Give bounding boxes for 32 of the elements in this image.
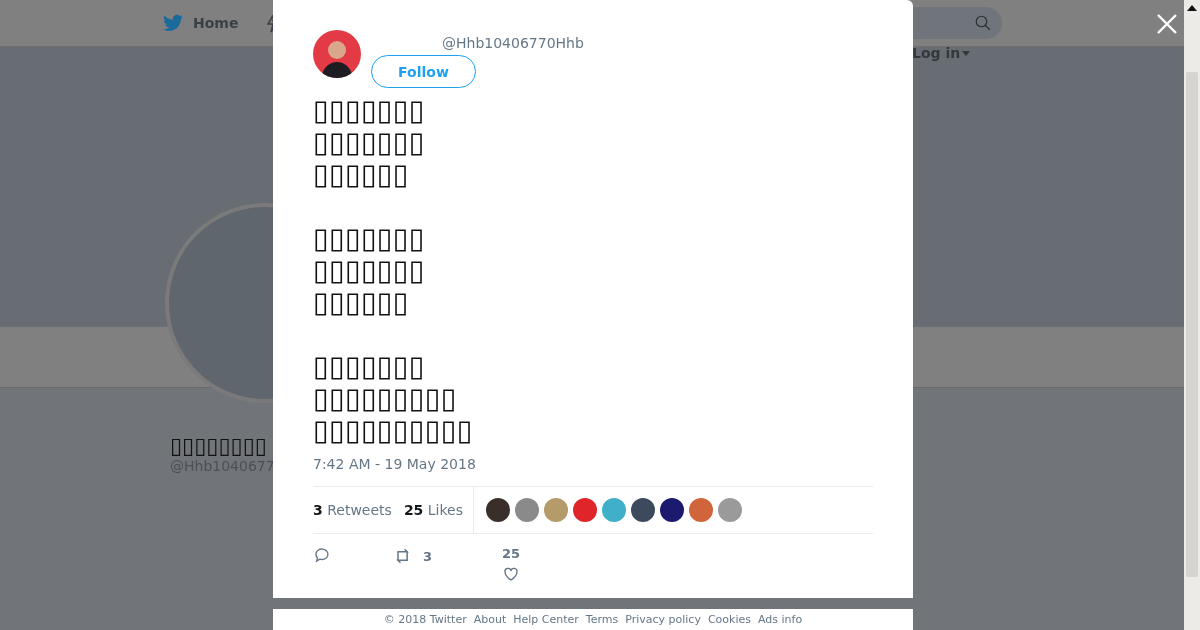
stat-count[interactable]: 25 Likes <box>403 502 464 518</box>
tweet-text: ▯▯▯▯▯▯ <box>313 286 410 318</box>
scrollbar-thumb[interactable] <box>1186 72 1198 577</box>
scrollbar[interactable] <box>1184 0 1200 630</box>
liker-avatar[interactable] <box>486 498 511 522</box>
follow-button[interactable]: Follow <box>371 55 476 88</box>
liker-avatar[interactable] <box>631 498 656 522</box>
retweet-count: 3 <box>423 548 433 564</box>
user-handle[interactable]: @Hhb10406770Hhb <box>371 35 584 51</box>
tweet-text: ▯▯▯▯▯▯ <box>313 158 410 190</box>
user-avatar[interactable] <box>313 30 361 78</box>
heart-icon[interactable] <box>502 565 521 583</box>
close-icon[interactable] <box>1156 13 1178 35</box>
tweet-text: ▯▯▯▯▯▯▯ <box>313 350 426 382</box>
tweet-text: ▯▯▯▯▯▯▯ <box>313 126 426 158</box>
liker-avatar[interactable] <box>660 498 685 522</box>
caret-icon <box>962 50 971 56</box>
reply-icon[interactable] <box>313 546 331 564</box>
search-icon <box>974 14 992 32</box>
scroll-up-icon[interactable] <box>1187 5 1197 11</box>
tweet-text: ▯▯▯▯▯▯▯ <box>313 254 426 286</box>
stat-count[interactable]: 3 Retweets <box>313 502 392 518</box>
footer-links: © 2018 Twitter About Help Center Terms Privacy policy Cookies Ads info <box>383 613 803 626</box>
tweet-text: ▯▯▯▯▯▯▯ <box>313 94 426 126</box>
like-count: 25 <box>502 546 521 561</box>
bird-icon <box>163 14 183 32</box>
tweet-text: ▯▯▯▯▯▯▯ <box>313 222 426 254</box>
home-link[interactable]: Home <box>193 15 239 31</box>
tweet-text: ▯▯▯▯▯▯▯▯▯ <box>313 382 458 414</box>
tweet-time: 7:42 AM - 19 May 2018 <box>313 456 477 472</box>
profile-name: ▯▯▯▯▯▯▯▯ <box>170 434 267 458</box>
tweet-text: ▯▯▯▯▯▯▯▯▯▯ <box>313 414 474 446</box>
